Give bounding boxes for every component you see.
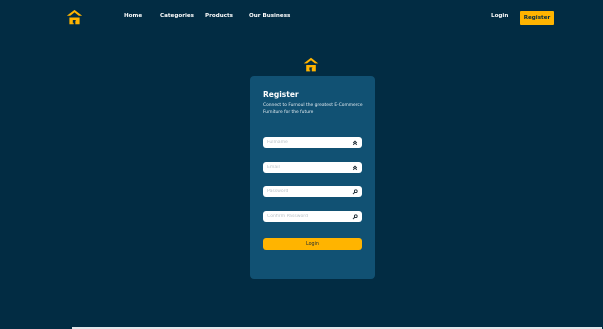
- nav-link-products[interactable]: Products: [205, 13, 233, 19]
- card-subtitle: Connect to Furnoul the greatest E-Commer…: [263, 103, 363, 115]
- nav-link-home[interactable]: Home: [124, 13, 142, 19]
- nav-link-our-business[interactable]: Our Business: [249, 13, 290, 19]
- double-chevron-up-icon: [352, 140, 358, 146]
- house-logo-icon[interactable]: [66, 9, 83, 26]
- email-input[interactable]: [267, 165, 347, 170]
- page: Home Categories Products Our Business Lo…: [0, 0, 603, 329]
- fullname-field[interactable]: [263, 137, 362, 148]
- email-field[interactable]: [263, 162, 362, 173]
- card-title: Register: [263, 90, 299, 99]
- key-icon[interactable]: [352, 213, 358, 220]
- double-chevron-up-icon: [352, 165, 358, 171]
- navbar: Home Categories Products Our Business Lo…: [0, 0, 603, 36]
- nav-login-link[interactable]: Login: [491, 13, 508, 19]
- password-field[interactable]: [263, 186, 362, 197]
- fullname-input[interactable]: [267, 140, 347, 145]
- password-input[interactable]: [267, 189, 347, 194]
- register-card: Register Connect to Furnoul the greatest…: [250, 76, 375, 279]
- login-submit-button[interactable]: Login: [263, 238, 362, 250]
- nav-register-button[interactable]: Register: [520, 11, 554, 25]
- key-icon[interactable]: [352, 188, 358, 195]
- nav-link-categories[interactable]: Categories: [160, 13, 194, 19]
- confirm-password-field[interactable]: [263, 211, 362, 222]
- house-logo-icon: [303, 57, 319, 72]
- confirm-password-input[interactable]: [267, 214, 347, 219]
